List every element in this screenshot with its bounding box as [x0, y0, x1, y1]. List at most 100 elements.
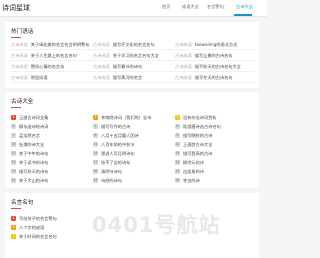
hot-link[interactable]: 古诗成语 描写春节的诗句 [93, 64, 142, 70]
rank-badge: 16 [11, 160, 16, 165]
hot-link-tag: 古诗成语 [11, 75, 28, 80]
rank-badge: 4 [11, 124, 16, 129]
rank-badge: 2 [11, 225, 16, 230]
poems-section: 古诗大全 1 王维古诗词全集 2 李商隐诗词（我们的）全诗 3 没有杂念诗词赏析 4 柳永送诗… [5, 92, 259, 188]
hot-link[interactable]: 古诗成语 描写黄河的名言 [93, 75, 142, 81]
section-underline [11, 37, 21, 39]
poems-link[interactable]: 柳永送诗的诗词 [19, 124, 48, 130]
hot-link[interactable]: 古诗成语 描写秋天的古诗名句大全 [175, 64, 241, 70]
rank-badge: 2 [93, 115, 98, 120]
hot-link-text: 描写春节的诗句 [112, 64, 143, 69]
poems-link[interactable]: 柳宗元的诗 [183, 160, 204, 166]
hot-link[interactable]: 古诗成语 描写坏文化的名言名句 [93, 42, 155, 48]
hot-link-tag: 古诗成语 [175, 42, 192, 47]
rank-badge: 23 [93, 178, 98, 183]
rank-badge: 7 [11, 133, 16, 138]
hot-link-text: 明显成语 [30, 75, 48, 80]
hot-link-tag: 古诗成语 [11, 64, 28, 69]
hot-link-tag: 古诗成语 [93, 64, 110, 69]
hot-link-tag: 古诗成语 [93, 75, 110, 80]
poems-link[interactable]: 描写秋天的诗句 [19, 169, 48, 175]
hot-link-tag: 古诗成语 [175, 53, 192, 58]
hot-link-text: 关于人生路上的名言名句 [30, 53, 77, 58]
hot-link[interactable]: 古诗成语 赞叹心情的名言句 [11, 64, 64, 70]
poems-link[interactable]: 王维古诗词全集 [19, 115, 48, 121]
hot-section: 热门语话 古诗成语 关于绿化美的名言名言明明警句 古诗成语 描写坏文化的名言名句 古诗成… [5, 22, 259, 88]
hot-link-text: 关于绿化美的名言名言明明警句 [30, 42, 90, 47]
hot-link[interactable]: 古诗成语 关于学习的名言名句大全 [93, 53, 159, 59]
nav-idioms[interactable]: 成语大全 [182, 4, 199, 10]
nav-quotes[interactable]: 名言警句 [207, 4, 224, 10]
hot-link-text: 描写立春的古诗名句 [194, 53, 233, 58]
watermark: 0401号航站 [92, 213, 221, 237]
hot-link[interactable]: 古诗成语 描写立春的古诗名句 [175, 53, 232, 59]
famous-link[interactable]: 关于时间的名言名句 [19, 234, 57, 240]
poems-link[interactable]: 我说人写月明诗句 [101, 151, 135, 157]
site-title[interactable]: 诗词星球 [2, 3, 30, 13]
hot-link[interactable]: 古诗成语 描写冬天的古诗名句 [175, 75, 232, 81]
nav-home[interactable]: 首页 [162, 4, 170, 10]
rank-badge: 3 [175, 115, 180, 120]
poems-link[interactable]: 王昌龄古诗大全 [183, 142, 212, 148]
poems-link[interactable]: 孟浩然名言 [19, 133, 40, 139]
rank-badge: 19 [11, 169, 16, 174]
rank-badge: 6 [175, 124, 180, 129]
poems-link[interactable]: 李商隐诗词（我们的）全诗 [101, 115, 151, 121]
hot-link-tag: 古诗成语 [11, 42, 28, 47]
nav-active-indicator [234, 14, 252, 16]
rank-badge: 24 [175, 178, 180, 183]
poems-link[interactable]: 陆游唐诗选古诗名句 [183, 124, 221, 130]
poems-link[interactable]: 关于大山的诗句 [19, 178, 48, 184]
row-divider [11, 60, 257, 61]
poems-link[interactable]: 没有杂念诗词赏析 [183, 115, 217, 121]
hot-link-tag: 古诗成语 [175, 64, 192, 69]
section-title-famous: 名言名句 [11, 200, 34, 206]
rank-badge: 1 [11, 115, 16, 120]
poems-link[interactable]: 惊不了苦的诗句 [101, 160, 130, 166]
section-underline [11, 208, 21, 210]
section-title-hot: 热门语话 [11, 29, 34, 35]
famous-link[interactable]: 写给孩子的名言警句 [19, 216, 57, 222]
poems-link[interactable]: 关于读书的诗句 [19, 160, 48, 166]
poems-link[interactable]: 杜甫的诗大全 [19, 142, 44, 148]
hot-link-tag: 古诗成语 [175, 75, 192, 80]
poems-link[interactable]: 关于中午的诗句 [19, 151, 48, 157]
row-divider [11, 71, 257, 72]
poems-link[interactable]: 诗经的诗句 [101, 178, 122, 184]
rank-badge: 14 [93, 151, 98, 156]
hot-link-tag: 古诗成语 [93, 42, 110, 47]
rank-badge: 18 [175, 160, 180, 165]
rank-badge: 8 [93, 133, 98, 138]
poems-link[interactable]: 白居易的诗 [183, 169, 204, 175]
nav-poems[interactable]: 古诗大全 [236, 4, 253, 10]
rank-badge: 5 [93, 124, 98, 129]
poems-link[interactable]: 描写登高的古诗 [183, 151, 212, 157]
poems-link[interactable]: 清明节诗句 [101, 169, 122, 175]
row-divider [11, 82, 257, 83]
rank-badge: 20 [93, 169, 98, 174]
famous-link[interactable]: 八个字的成语 [19, 225, 44, 231]
row-divider [11, 49, 257, 50]
section-title-poems: 古诗大全 [11, 99, 34, 105]
rank-badge: 11 [93, 142, 98, 147]
hot-link-text: 描写黄河的名言 [112, 75, 143, 80]
rank-badge: 22 [11, 178, 16, 183]
hot-link-text: 描写冬天的古诗名句 [194, 75, 233, 80]
rank-badge: 1 [11, 216, 16, 221]
rank-badge: 9 [175, 133, 180, 138]
hot-link[interactable]: 古诗成语 明显成语 [11, 75, 48, 81]
hot-link[interactable]: 古诗成语 关于绿化美的名言名言明明警句 [11, 42, 89, 48]
hot-link-text: 赞叹心情的名言句 [30, 64, 65, 69]
poems-link[interactable]: 描写写作的古诗 [101, 124, 130, 130]
poems-link[interactable]: 八月十五月圆人团诗 [101, 133, 139, 139]
section-underline [11, 107, 21, 109]
hot-link-tag: 古诗成语 [11, 53, 28, 58]
top-bar: 诗词星球 首页 成语大全 名言警句 古诗大全 [0, 0, 267, 17]
hot-link[interactable]: 古诗成语 关于人生路上的名言名句 [11, 53, 77, 59]
rank-badge: 21 [175, 169, 180, 174]
poems-link[interactable]: 描写晚秋的古诗 [183, 133, 212, 139]
hot-link[interactable]: 古诗成语 taoweiling的语式方式 [175, 42, 237, 48]
poems-link[interactable]: 八百年前的中秋节 [101, 142, 135, 148]
poems-link[interactable]: 李白的诗 [183, 178, 200, 184]
hot-link-tag: 古诗成语 [93, 53, 110, 58]
